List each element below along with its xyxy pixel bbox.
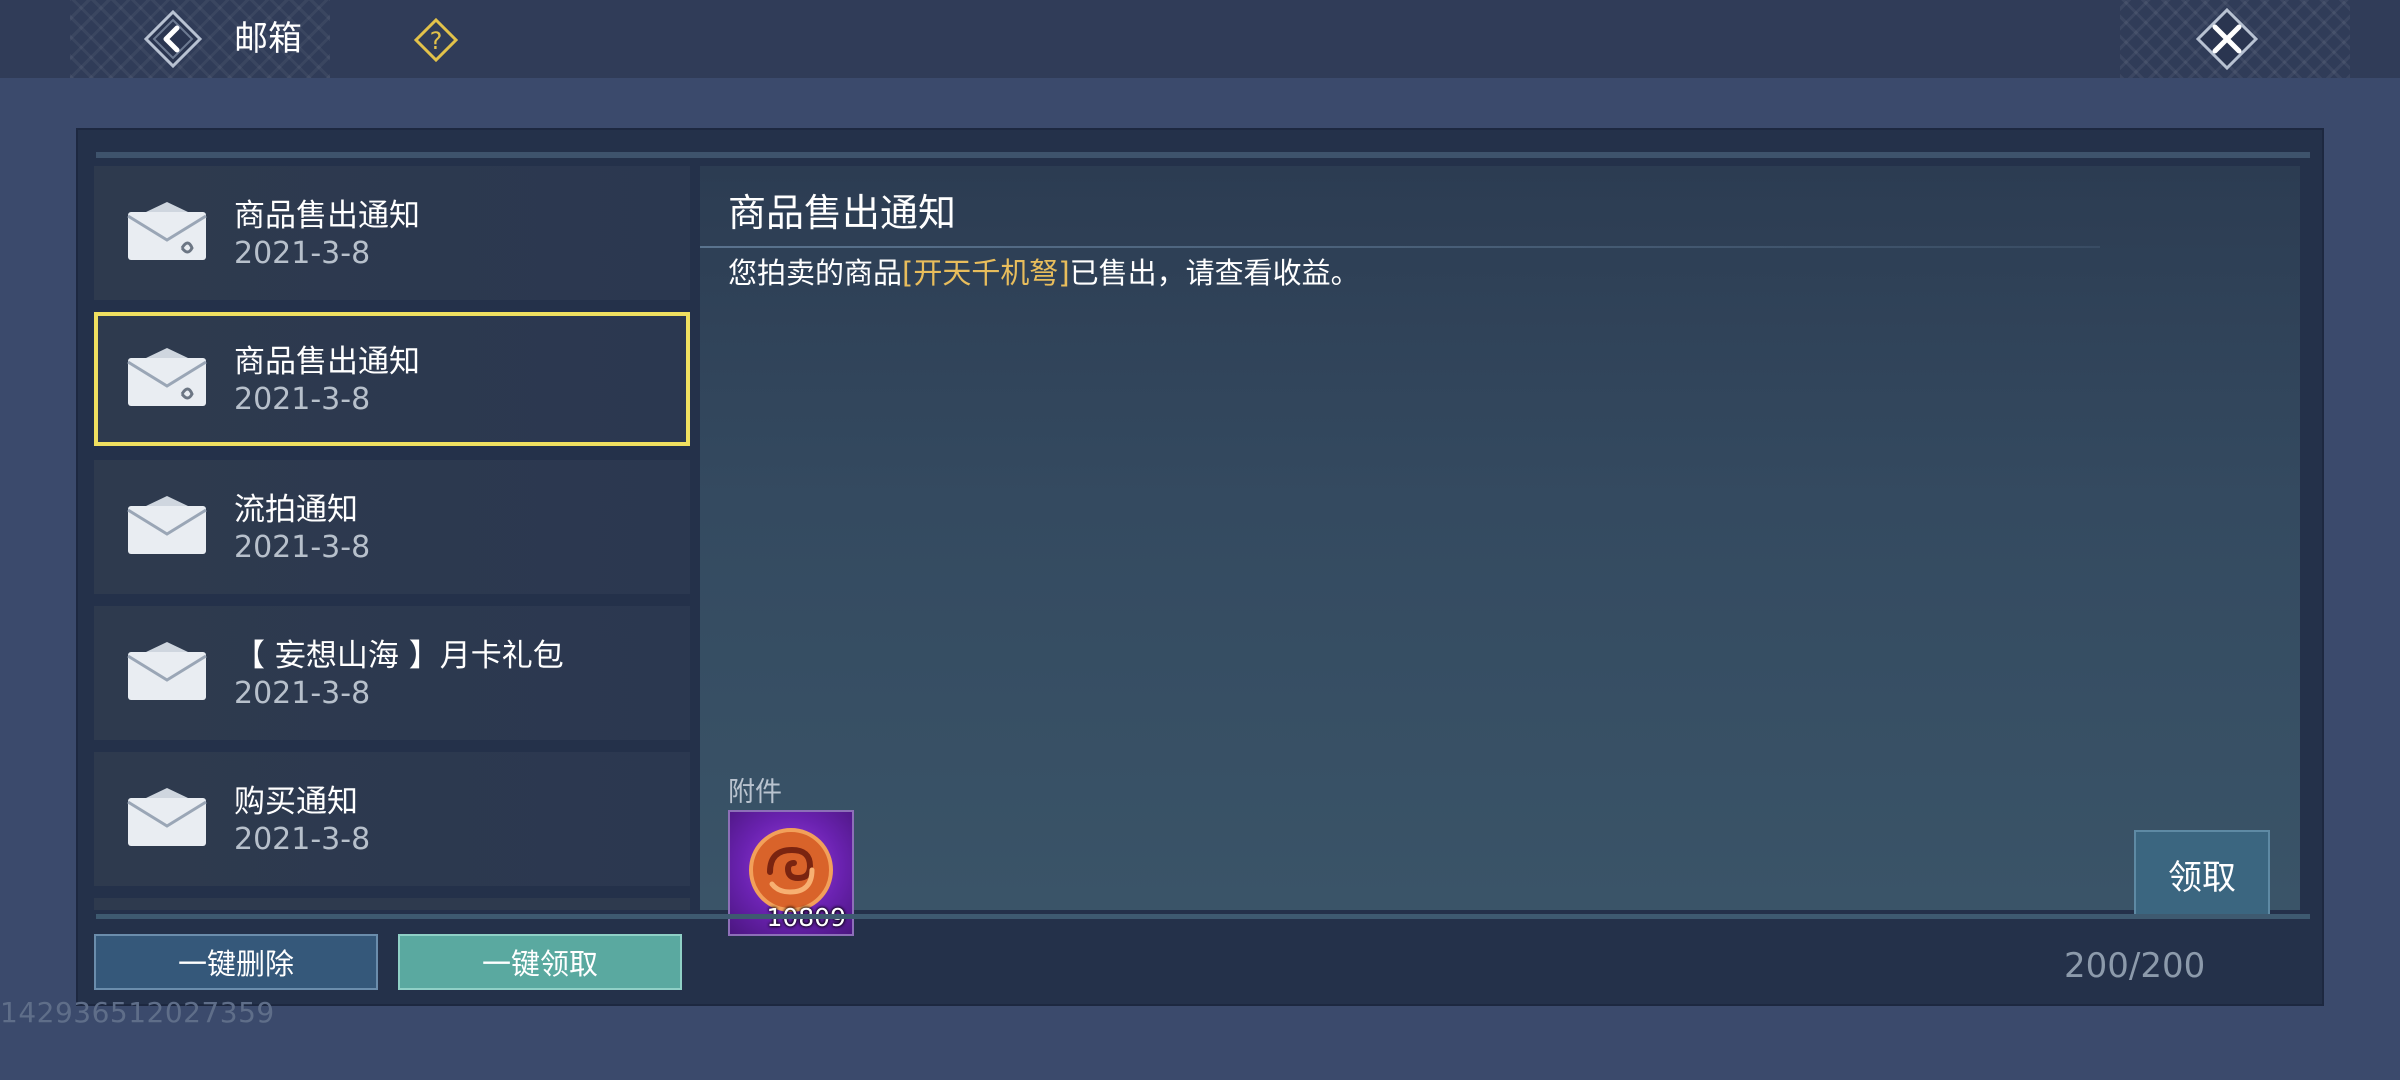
body-prefix: 您拍卖的商品 <box>728 256 903 290</box>
mail-date: 2021-3-8 <box>234 530 371 565</box>
mail-count: 200/200 <box>2064 946 2206 986</box>
envelope-attachment-icon <box>127 348 207 406</box>
envelope-attachment-icon <box>127 202 207 260</box>
back-arrow-icon <box>143 9 203 69</box>
top-bar: 邮箱 ? <box>0 0 2400 78</box>
delete-all-button[interactable]: 一键删除 <box>94 934 378 990</box>
envelope-icon <box>127 496 207 554</box>
mail-date: 2021-3-8 <box>234 676 371 711</box>
mail-list-item[interactable]: 流拍通知 2021-3-8 <box>94 460 690 594</box>
mail-date: 2021-3-8 <box>234 382 371 417</box>
page-title: 邮箱 <box>234 19 302 59</box>
mail-date: 2021-3-8 <box>234 822 371 857</box>
panel-bottom-divider <box>96 914 2310 919</box>
close-button[interactable] <box>2195 7 2259 71</box>
mail-list-next-item[interactable] <box>94 898 690 910</box>
close-x-icon <box>2195 7 2259 71</box>
mail-list-item[interactable]: 【 妄想山海 】月卡礼包 2021-3-8 <box>94 606 690 740</box>
mail-detail-body: 您拍卖的商品[开天千机弩]已售出，请查看收益。 <box>728 250 1360 292</box>
mailbox-panel: 商品售出通知 2021-3-8 商品售出通知 2021-3-8 流拍通知 202… <box>76 128 2324 1006</box>
mail-subject: 流拍通知 <box>234 492 358 528</box>
mail-subject: 商品售出通知 <box>234 198 420 234</box>
mail-date: 2021-3-8 <box>234 236 371 271</box>
mail-subject: 商品售出通知 <box>234 344 420 380</box>
panel-top-divider <box>96 152 2310 158</box>
body-suffix: 已售出，请查看收益。 <box>1069 256 1360 290</box>
svg-text:?: ? <box>430 27 443 55</box>
item-name-highlight: [开天千机弩] <box>902 256 1070 290</box>
attachment-label: 附件 <box>728 777 782 808</box>
claim-button[interactable]: 领取 <box>2134 830 2270 918</box>
envelope-icon <box>127 642 207 700</box>
mail-detail: 商品售出通知 您拍卖的商品[开天千机弩]已售出，请查看收益。 附件 10809 … <box>700 166 2300 936</box>
mail-list-item[interactable]: 商品售出通知 2021-3-8 <box>94 166 690 300</box>
back-button[interactable] <box>143 9 203 69</box>
mail-detail-title: 商品售出通知 <box>728 191 957 235</box>
question-diamond-icon: ? <box>413 17 459 63</box>
claim-all-button[interactable]: 一键领取 <box>398 934 682 990</box>
mail-list-item-selected[interactable]: 商品售出通知 2021-3-8 <box>94 312 690 446</box>
title-divider <box>700 246 2100 248</box>
envelope-icon <box>127 788 207 846</box>
mail-subject: 【 妄想山海 】月卡礼包 <box>234 638 564 674</box>
user-id: 142936512027359 <box>0 996 275 1029</box>
mail-list-item[interactable]: 购买通知 2021-3-8 <box>94 752 690 886</box>
mail-subject: 购买通知 <box>234 784 358 820</box>
help-button[interactable]: ? <box>413 17 459 63</box>
